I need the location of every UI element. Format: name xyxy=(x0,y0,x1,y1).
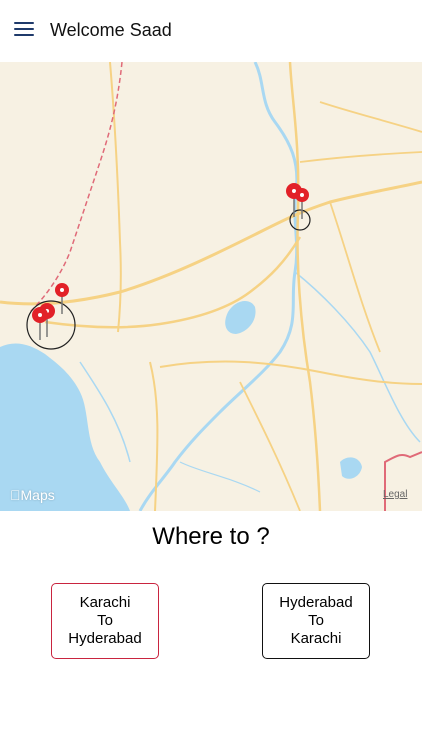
route-to-label: Hyderabad xyxy=(68,630,142,647)
route-connector-label: To xyxy=(97,612,113,629)
route-from-label: Hyderabad xyxy=(279,594,353,611)
app-header: Welcome Saad xyxy=(0,0,422,62)
route-connector-label: To xyxy=(308,612,324,629)
map-view[interactable] xyxy=(0,62,422,511)
map-canvas[interactable] xyxy=(0,62,422,511)
maps-logo-text: Maps xyxy=(10,487,55,503)
maps-attribution-logo: Maps xyxy=(10,487,55,503)
hamburger-menu-icon[interactable] xyxy=(14,22,34,40)
where-to-heading: Where to ? xyxy=(152,523,270,550)
route-to-label: Karachi xyxy=(290,630,342,647)
route-from-label: Karachi xyxy=(79,594,131,611)
page-title: Welcome Saad xyxy=(50,20,172,40)
legal-link[interactable]: Legal xyxy=(383,489,407,500)
karachi-to-hyderabad-button[interactable]: Karachi To Hyderabad xyxy=(51,583,159,659)
hyderabad-to-karachi-button[interactable]: Hyderabad To Karachi xyxy=(262,583,370,659)
